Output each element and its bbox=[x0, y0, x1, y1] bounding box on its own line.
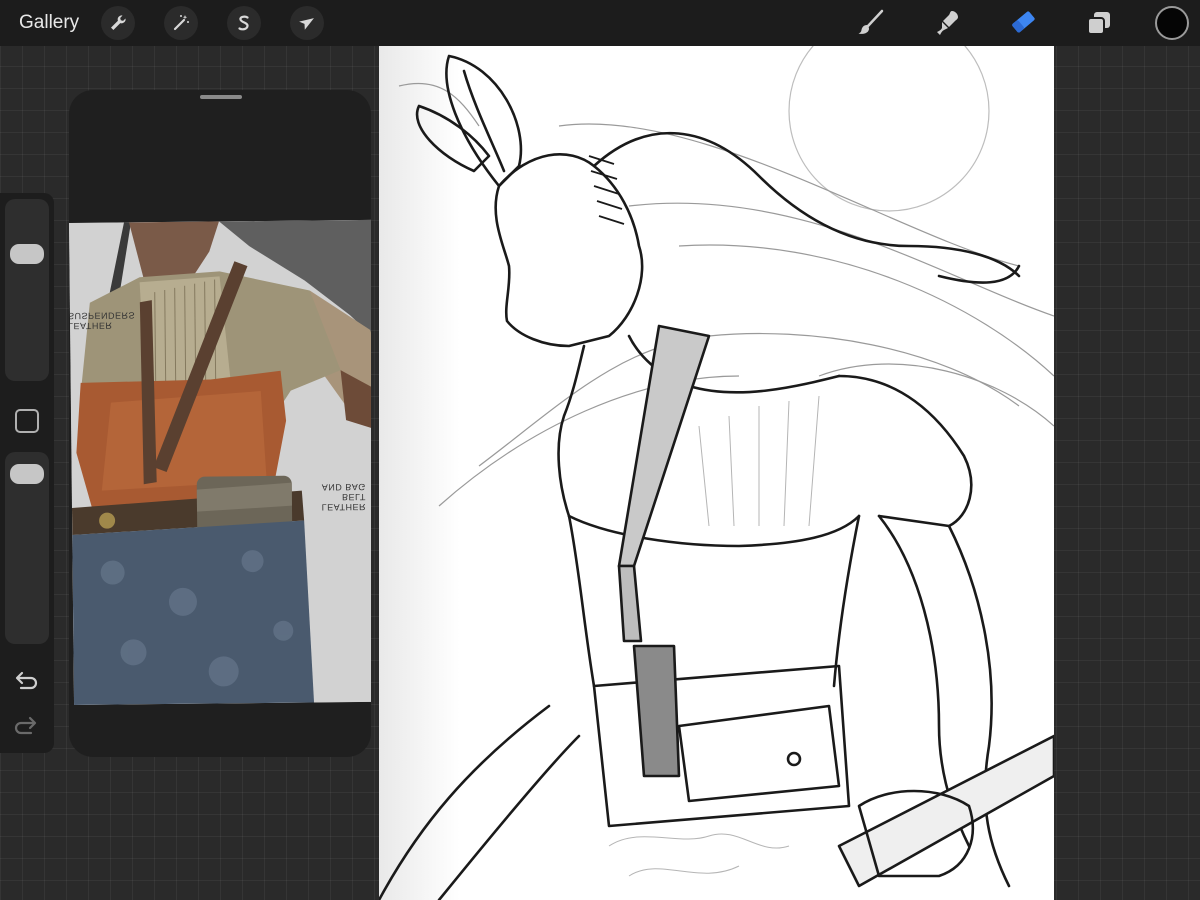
smudge-icon bbox=[937, 11, 958, 35]
layers-button[interactable] bbox=[1079, 3, 1119, 43]
reference-label-belt: LEATHER BELT AND BAG bbox=[321, 481, 367, 513]
reference-costume-illustration bbox=[69, 219, 371, 705]
color-picker-button[interactable] bbox=[1155, 6, 1189, 40]
actions-button[interactable] bbox=[101, 6, 136, 40]
magic-wand-icon bbox=[174, 15, 190, 31]
arrow-cursor-icon bbox=[299, 18, 315, 30]
brush-icon bbox=[858, 9, 884, 34]
eraser-button[interactable] bbox=[1003, 3, 1043, 43]
redo-icon[interactable] bbox=[13, 713, 39, 735]
top-toolbar: Gallery bbox=[0, 0, 1200, 46]
wrench-icon bbox=[111, 15, 126, 30]
selection-s-icon bbox=[238, 15, 249, 31]
reference-image: LEATHER SUSPENDERS LEATHER BELT AND BAG bbox=[69, 219, 371, 705]
left-sidebar bbox=[0, 193, 54, 753]
adjustments-button[interactable] bbox=[164, 6, 199, 40]
brush-button[interactable] bbox=[851, 3, 891, 43]
opacity-slider[interactable] bbox=[5, 452, 49, 644]
drawing-canvas[interactable] bbox=[379, 46, 1054, 900]
brush-size-thumb[interactable] bbox=[10, 244, 44, 264]
brush-size-slider[interactable] bbox=[5, 199, 49, 381]
smudge-button[interactable] bbox=[927, 3, 967, 43]
right-toolset bbox=[815, 0, 1200, 46]
reference-window[interactable]: LEATHER SUSPENDERS LEATHER BELT AND BAG bbox=[69, 90, 371, 757]
layers-icon bbox=[1087, 12, 1110, 35]
undo-icon[interactable] bbox=[13, 668, 39, 690]
gallery-button[interactable]: Gallery bbox=[19, 12, 79, 34]
opacity-thumb[interactable] bbox=[10, 464, 44, 484]
reference-drag-handle[interactable] bbox=[200, 95, 242, 99]
reference-label-suspenders: LEATHER SUSPENDERS bbox=[69, 310, 135, 331]
selection-button[interactable] bbox=[227, 6, 262, 40]
modify-button[interactable] bbox=[15, 409, 39, 433]
transform-button[interactable] bbox=[290, 6, 325, 40]
sketch-drawing bbox=[379, 46, 1054, 900]
eraser-icon bbox=[1012, 11, 1035, 33]
